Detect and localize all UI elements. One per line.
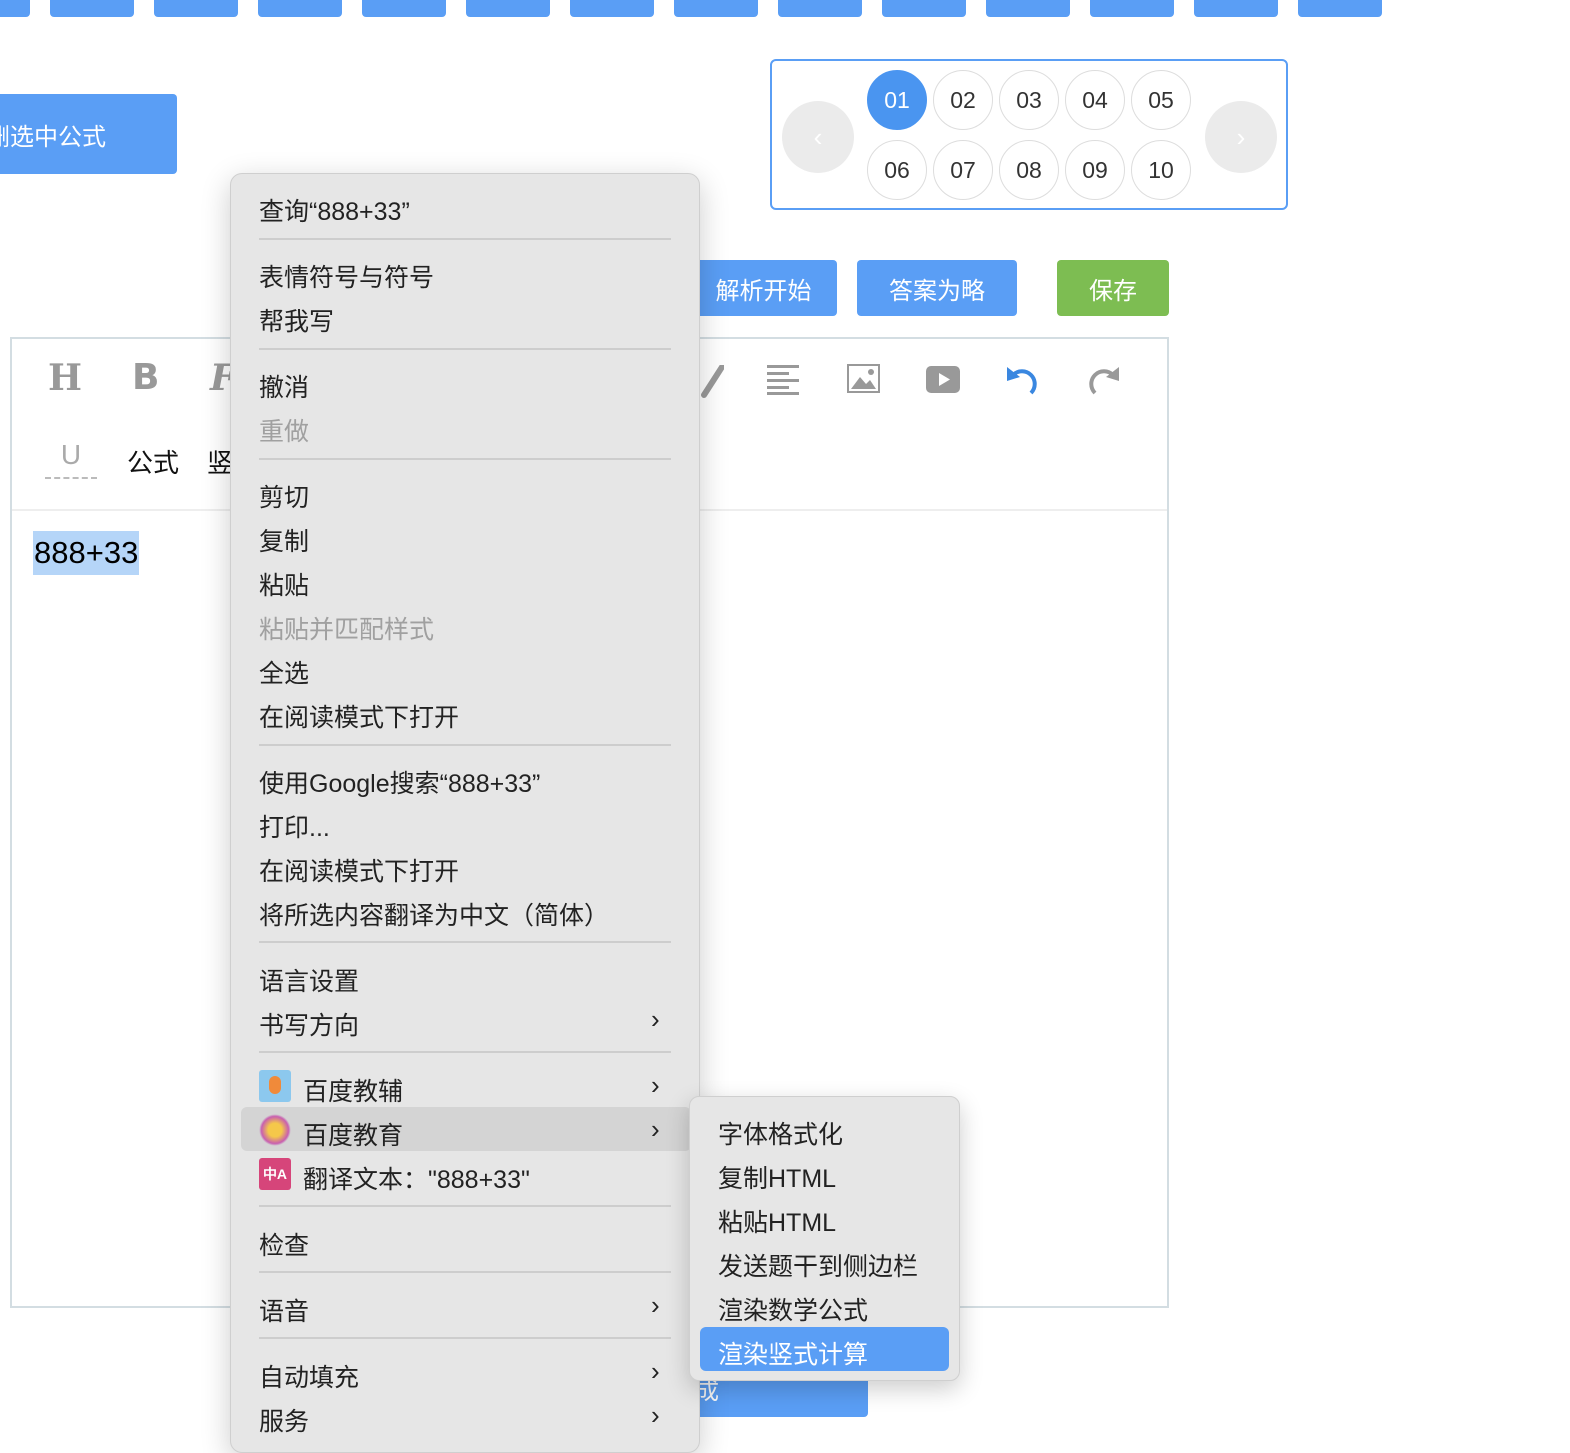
formula-button[interactable]: 公式 xyxy=(127,443,179,480)
top-tab[interactable] xyxy=(882,0,966,17)
underline-button[interactable]: U xyxy=(45,439,97,479)
menu-item-translate-text[interactable]: 翻译文本："888+33" xyxy=(303,1160,530,1196)
page-button[interactable]: 02 xyxy=(933,70,993,130)
menu-item-print[interactable]: 打印... xyxy=(259,808,330,844)
menu-item-baidu-jiaofu[interactable]: 百度教辅 xyxy=(303,1072,403,1108)
page-button[interactable]: 03 xyxy=(999,70,1059,130)
menu-item-paste-match: 粘贴并匹配样式 xyxy=(259,616,435,644)
menu-item-copy[interactable]: 复制 xyxy=(259,522,309,558)
menu-item-inspect[interactable]: 检查 xyxy=(259,1226,309,1262)
menu-item-help-write[interactable]: 帮我写 xyxy=(259,302,334,338)
prev-page-button[interactable]: ‹ xyxy=(782,101,854,173)
align-left-icon[interactable] xyxy=(767,365,801,395)
chevron-right-icon: › xyxy=(651,1004,660,1034)
submenu-item-copy-html[interactable]: 复制HTML xyxy=(718,1159,836,1195)
menu-item-writing-direction[interactable]: 书写方向 xyxy=(259,1006,359,1042)
menu-item-google-search[interactable]: 使用Google搜索“888+33” xyxy=(259,764,540,800)
baidu-edu-icon xyxy=(259,1114,291,1146)
bold-button[interactable]: B xyxy=(132,357,159,398)
top-tab[interactable] xyxy=(778,0,862,17)
chevron-right-icon: › xyxy=(1236,121,1246,152)
undo-icon[interactable] xyxy=(1005,363,1041,399)
next-page-button[interactable]: › xyxy=(1205,101,1277,173)
menu-item-cut[interactable]: 剪切 xyxy=(259,478,309,514)
chevron-right-icon: › xyxy=(651,1400,660,1430)
top-tab[interactable] xyxy=(0,0,30,17)
menu-item-undo[interactable]: 撤消 xyxy=(259,368,309,404)
menu-item-lookup[interactable]: 查询“888+33” xyxy=(259,192,410,228)
page-button[interactable]: 04 xyxy=(1065,70,1125,130)
save-button[interactable]: 保存 xyxy=(1057,260,1169,316)
submenu-item-render-math[interactable]: 渲染数学公式 xyxy=(718,1291,868,1327)
chevron-right-icon: › xyxy=(651,1290,660,1320)
menu-item-reader-mode[interactable]: 在阅读模式下打开 xyxy=(259,698,459,734)
top-tab[interactable] xyxy=(466,0,550,17)
menu-item-select-all[interactable]: 全选 xyxy=(259,654,309,690)
top-tab[interactable] xyxy=(1298,0,1382,17)
chevron-right-icon: › xyxy=(651,1070,660,1100)
editor-selected-text[interactable]: 888+33 xyxy=(33,531,140,575)
page-button[interactable]: 05 xyxy=(1131,70,1191,130)
brush-icon[interactable] xyxy=(700,365,724,401)
top-tab[interactable] xyxy=(674,0,758,17)
page-button[interactable]: 01 xyxy=(867,70,927,130)
chevron-right-icon: › xyxy=(651,1114,660,1144)
menu-item-speech[interactable]: 语音 xyxy=(259,1292,309,1328)
menu-item-redo: 重做 xyxy=(259,418,310,446)
submenu-item-render-vertical[interactable]: 渲染竖式计算 xyxy=(718,1335,868,1371)
heading-button[interactable]: H xyxy=(48,357,82,399)
menu-item-paste[interactable]: 粘贴 xyxy=(259,566,309,602)
menu-item-translate-zh[interactable]: 将所选内容翻译为中文（简体） xyxy=(259,896,609,932)
image-icon[interactable] xyxy=(847,364,880,393)
page-button[interactable]: 07 xyxy=(933,140,993,200)
top-tab[interactable] xyxy=(50,0,134,17)
question-pagination: ‹ › 01 02 03 04 05 06 07 08 09 10 xyxy=(770,59,1288,210)
submenu-item-paste-html[interactable]: 粘贴HTML xyxy=(718,1203,836,1239)
page-button[interactable]: 08 xyxy=(999,140,1059,200)
context-menu: 查询“888+33” 表情符号与符号 帮我写 撤消 重做 剪切 复制 粘贴 粘贴… xyxy=(230,173,700,1453)
chevron-left-icon: ‹ xyxy=(813,121,823,152)
button-label: 删选中公式 xyxy=(0,123,106,151)
submenu-item-send-to-sidebar[interactable]: 发送题干到侧边栏 xyxy=(718,1247,918,1283)
translate-icon: 中A xyxy=(259,1158,291,1190)
menu-item-language-settings[interactable]: 语言设置 xyxy=(259,962,359,998)
top-tab[interactable] xyxy=(258,0,342,17)
baidu-jiaofu-icon xyxy=(259,1070,291,1102)
top-tab[interactable] xyxy=(154,0,238,17)
analysis-start-button[interactable]: 解析开始 xyxy=(690,260,837,316)
recognize-formula-button[interactable]: 删选中公式 xyxy=(0,94,177,174)
top-tab[interactable] xyxy=(570,0,654,17)
top-tab[interactable] xyxy=(362,0,446,17)
redo-icon[interactable] xyxy=(1085,363,1121,399)
submenu-item-font-format[interactable]: 字体格式化 xyxy=(718,1115,843,1151)
chevron-right-icon: › xyxy=(651,1356,660,1386)
top-tab[interactable] xyxy=(1090,0,1174,17)
baidu-edu-submenu: 字体格式化 复制HTML 粘贴HTML 发送题干到侧边栏 渲染数学公式 渲染竖式… xyxy=(689,1096,960,1381)
menu-item-autofill[interactable]: 自动填充 xyxy=(259,1358,359,1394)
page-button[interactable]: 09 xyxy=(1065,140,1125,200)
answer-omitted-button[interactable]: 答案为略 xyxy=(857,260,1017,316)
menu-item-emoji[interactable]: 表情符号与符号 xyxy=(259,258,434,294)
top-tab[interactable] xyxy=(1194,0,1278,17)
menu-item-services[interactable]: 服务 xyxy=(259,1402,309,1438)
page-button[interactable]: 06 xyxy=(867,140,927,200)
page-button[interactable]: 10 xyxy=(1131,140,1191,200)
menu-item-reader-mode-2[interactable]: 在阅读模式下打开 xyxy=(259,852,459,888)
video-icon[interactable] xyxy=(926,366,960,393)
top-tab[interactable] xyxy=(986,0,1070,17)
menu-item-baidu-edu[interactable]: 百度教育 xyxy=(303,1116,403,1152)
